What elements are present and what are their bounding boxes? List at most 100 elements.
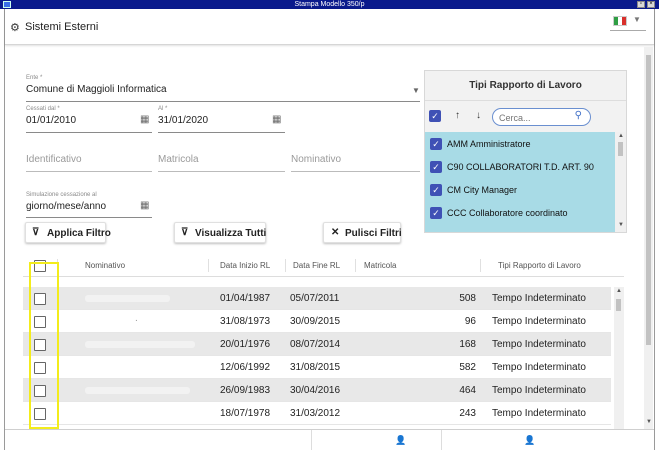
tipo-cell: Tempo Indeterminato	[492, 293, 586, 304]
window-titlebar: Stampa Modello 350/p ▫ ×	[0, 0, 659, 9]
search-icon[interactable]: ⚲	[575, 110, 582, 121]
table-row[interactable]: 01/04/1987 05/07/2011 508 Tempo Indeterm…	[23, 287, 611, 310]
user-icon: 👤	[395, 435, 407, 445]
cessati-dal-input[interactable]: 01/01/2010	[26, 115, 76, 126]
visualizza-tutti-button[interactable]: ⊽ Visualizza Tutti	[174, 222, 266, 243]
simulazione-input[interactable]: giorno/mese/anno	[26, 201, 106, 212]
applica-filtro-button[interactable]: ⊽ Applica Filtro	[25, 222, 111, 243]
data-inizio-cell: 18/07/1978	[220, 408, 271, 419]
calendar-icon[interactable]: ▦	[140, 200, 149, 211]
arrow-up-icon[interactable]: ↑	[455, 110, 460, 121]
calendar-icon[interactable]: ▦	[140, 114, 149, 125]
checkbox-column-highlight	[29, 262, 59, 429]
status-separator	[311, 430, 312, 450]
column-header-tipi-rapporto[interactable]: Tipi Rapporto di Lavoro	[498, 261, 581, 270]
chevron-down-icon[interactable]: ▼	[633, 15, 641, 24]
column-header-nominativo[interactable]: Nominativo	[85, 261, 125, 270]
ente-select[interactable]: Comune di Maggioli Informatica	[26, 84, 167, 95]
italian-flag-icon[interactable]	[613, 16, 627, 26]
matricola-cell: 168	[459, 339, 476, 350]
grid-header: Nominativo Data Inizio RL Data Fine RL M…	[23, 253, 624, 277]
table-row[interactable]: 18/07/1978 31/03/2012 243 Tempo Indeterm…	[23, 402, 611, 425]
matricola-underline	[158, 171, 285, 172]
grid-scrollbar[interactable]: ▲	[614, 287, 624, 430]
scroll-thumb[interactable]	[646, 55, 651, 345]
close-button[interactable]: ×	[647, 1, 655, 8]
tipo-cell: Tempo Indeterminato	[492, 408, 586, 419]
filter-icon: ⊽	[32, 227, 40, 238]
data-inizio-cell: 01/04/1987	[220, 293, 271, 304]
tipi-rapporto-panel: Tipi Rapporto di Lavoro ✓ ↑ ↓ ⚲ ✓ AMM Am…	[424, 70, 627, 233]
identificativo-underline	[26, 171, 152, 172]
table-row[interactable]: 12/06/1992 31/08/2015 582 Tempo Indeterm…	[23, 356, 611, 379]
scroll-down-icon[interactable]: ▼	[618, 222, 624, 228]
tipi-search[interactable]: ⚲	[492, 108, 591, 126]
matricola-cell: 243	[459, 408, 476, 419]
al-label: Al *	[158, 106, 168, 112]
data-fine-cell: 30/04/2016	[290, 385, 341, 396]
status-separator	[441, 430, 442, 450]
nominativo-input[interactable]: Nominativo	[291, 154, 341, 165]
cessati-dal-label: Cessati dal *	[26, 106, 60, 112]
checkbox[interactable]: ✓	[430, 207, 442, 219]
checkbox[interactable]: ✓	[430, 161, 442, 173]
column-header-matricola[interactable]: Matricola	[364, 261, 396, 270]
scroll-up-icon[interactable]: ▲	[616, 288, 622, 294]
table-row[interactable]: 20/01/1976 08/07/2014 168 Tempo Indeterm…	[23, 333, 611, 356]
redacted-name	[85, 295, 170, 302]
column-header-data-inizio[interactable]: Data Inizio RL	[220, 261, 270, 270]
data-fine-cell: 31/03/2012	[290, 408, 341, 419]
redacted-name: .	[135, 313, 138, 324]
matricola-cell: 464	[459, 385, 476, 396]
list-item-label: CCC Collaboratore coordinato	[447, 208, 568, 218]
close-icon: ✕	[331, 227, 340, 238]
select-all-checkbox[interactable]: ✓	[429, 110, 441, 122]
arrow-down-icon[interactable]: ↓	[476, 110, 481, 121]
list-item[interactable]: ✓ CM City Manager	[429, 180, 615, 200]
list-item[interactable]: ✓ CCC Collaboratore coordinato	[429, 203, 615, 223]
al-input[interactable]: 31/01/2020	[158, 115, 208, 126]
checkbox[interactable]: ✓	[430, 138, 442, 150]
ente-label: Ente *	[26, 75, 43, 81]
data-fine-cell: 31/08/2015	[290, 362, 341, 373]
tipo-cell: Tempo Indeterminato	[492, 339, 586, 350]
tipi-search-input[interactable]	[499, 111, 569, 124]
table-row[interactable]: . 31/08/1973 30/09/2015 96 Tempo Indeter…	[23, 310, 611, 333]
language-select-underline	[610, 30, 646, 31]
scroll-thumb[interactable]	[618, 142, 623, 156]
data-inizio-cell: 12/06/1992	[220, 362, 271, 373]
ente-underline	[26, 101, 420, 102]
page-title: Sistemi Esterni	[25, 21, 99, 33]
list-item-label: AMM Amministratore	[447, 139, 531, 149]
scroll-thumb[interactable]	[616, 299, 621, 311]
list-item[interactable]: ✓ C90 COLLABORATORI T.D. ART. 90	[429, 157, 615, 177]
matricola-cell: 96	[464, 316, 476, 327]
table-row[interactable]: 26/09/1983 30/04/2016 464 Tempo Indeterm…	[23, 379, 611, 402]
tipo-cell: Tempo Indeterminato	[492, 362, 586, 373]
tipi-toolbar: ✓ ↑ ↓ ⚲	[425, 102, 626, 132]
data-inizio-cell: 26/09/1983	[220, 385, 271, 396]
column-separator	[285, 259, 286, 272]
scroll-up-icon[interactable]: ▲	[618, 133, 624, 139]
page-scrollbar[interactable]: ▼	[644, 47, 653, 429]
cessati-dal-underline	[26, 132, 152, 133]
tipo-cell: Tempo Indeterminato	[492, 316, 586, 327]
column-separator	[355, 259, 356, 272]
tipi-scrollbar[interactable]: ▲ ▼	[615, 132, 626, 232]
nominativo-underline	[291, 171, 420, 172]
page-header: ⚙ Sistemi Esterni ▼	[5, 9, 654, 45]
matricola-input[interactable]: Matricola	[158, 154, 199, 165]
window-title: Stampa Modello 350/p	[294, 1, 365, 8]
identificativo-input[interactable]: Identificativo	[26, 154, 82, 165]
calendar-icon[interactable]: ▦	[272, 114, 281, 125]
simulazione-underline	[26, 217, 152, 218]
simulazione-label: Simulazione cessazione al	[26, 192, 97, 198]
chevron-down-icon[interactable]: ▼	[412, 86, 420, 95]
scroll-down-icon[interactable]: ▼	[646, 419, 652, 425]
tipi-list: ✓ AMM Amministratore ✓ C90 COLLABORATORI…	[425, 132, 615, 232]
pulisci-filtri-button[interactable]: ✕ Pulisci Filtri	[323, 222, 402, 243]
restore-button[interactable]: ▫	[637, 1, 645, 8]
column-header-data-fine[interactable]: Data Fine RL	[293, 261, 340, 270]
list-item[interactable]: ✓ AMM Amministratore	[429, 134, 615, 154]
checkbox[interactable]: ✓	[430, 184, 442, 196]
